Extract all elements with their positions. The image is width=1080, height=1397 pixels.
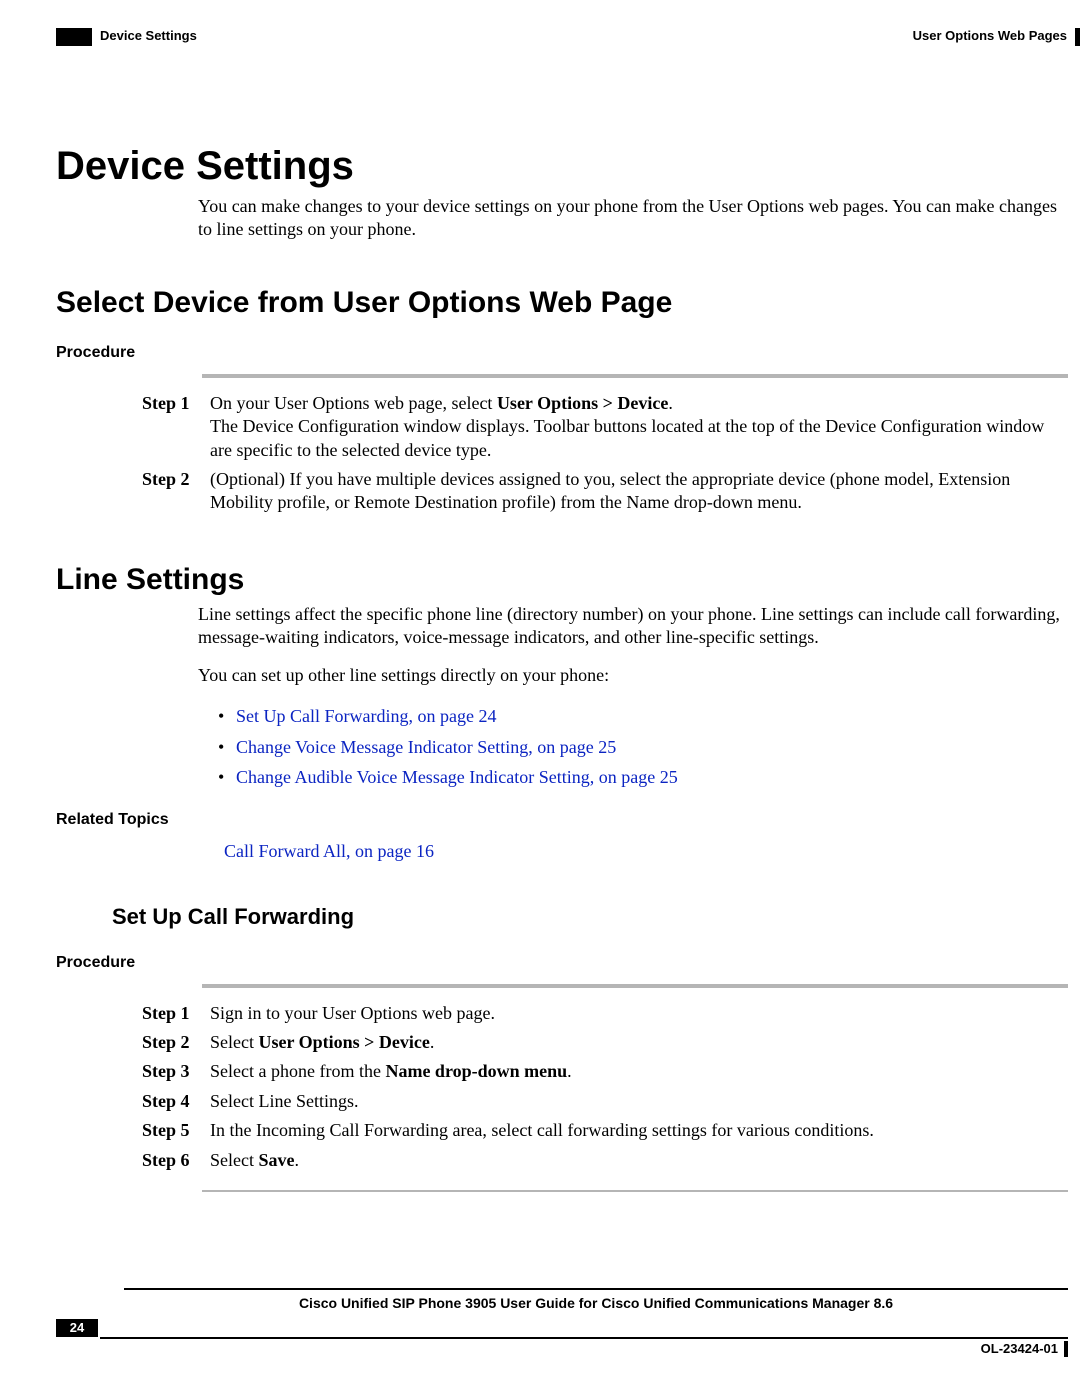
step-label: Step 4 <box>142 1090 210 1119</box>
procedure-label-1: Procedure <box>56 344 922 362</box>
step-row: Step 1 Sign in to your User Options web … <box>142 1002 1068 1031</box>
step-row: Step 1 On your User Options web page, se… <box>142 392 1068 468</box>
rule-bottom-2 <box>202 1190 1068 1192</box>
step-label: Step 2 <box>142 1031 210 1060</box>
step-label: Step 2 <box>142 468 210 521</box>
select-device-heading: Select Device from User Options Web Page <box>56 286 1068 320</box>
step-label: Step 5 <box>142 1119 210 1148</box>
footer-page-number: 24 <box>56 1319 98 1337</box>
step-row: Step 6 Select Save. <box>142 1149 1068 1178</box>
footer-right-group: OL-23424-01 <box>981 1341 1068 1357</box>
select-device-steps: Step 1 On your User Options web page, se… <box>142 392 1068 521</box>
chapter-intro: You can make changes to your device sett… <box>198 195 1068 242</box>
related-topic-link[interactable]: Call Forward All, on page 16 <box>224 841 1068 862</box>
bullet-row: • Change Audible Voice Message Indicator… <box>218 762 1068 793</box>
footer-title: Cisco Unified SIP Phone 3905 User Guide … <box>124 1295 1068 1311</box>
step-row: Step 5 In the Incoming Call Forwarding a… <box>142 1119 1068 1148</box>
step-row: Step 3 Select a phone from the Name drop… <box>142 1060 1068 1089</box>
step-text: Select a phone from the Name drop-down m… <box>210 1060 1068 1089</box>
step-text: (Optional) If you have multiple devices … <box>210 468 1068 521</box>
bullet-icon: • <box>218 762 228 793</box>
step-row: Step 2 Select User Options > Device. <box>142 1031 1068 1060</box>
footer-divider <box>124 1288 1068 1290</box>
bullet-link[interactable]: Set Up Call Forwarding, on page 24 <box>236 701 496 732</box>
step-row: Step 2 (Optional) If you have multiple d… <box>142 468 1068 521</box>
step-text: Select Save. <box>210 1149 1068 1178</box>
page: Device Settings User Options Web Pages D… <box>0 0 1080 1397</box>
page-header: Device Settings User Options Web Pages <box>0 28 1080 54</box>
content-area: Device Settings You can make changes to … <box>56 144 1068 1192</box>
bullet-row: • Change Voice Message Indicator Setting… <box>218 732 1068 763</box>
footer-page-rule <box>100 1319 1068 1339</box>
step-row: Step 4 Select Line Settings. <box>142 1090 1068 1119</box>
page-footer: Cisco Unified SIP Phone 3905 User Guide … <box>56 1288 1068 1361</box>
footer-docid: OL-23424-01 <box>981 1341 1058 1356</box>
line-settings-p2: You can set up other line settings direc… <box>198 664 1068 687</box>
step-text: Select User Options > Device. <box>210 1031 1068 1060</box>
set-up-call-forwarding-heading: Set Up Call Forwarding <box>112 904 1068 930</box>
setup-cf-steps: Step 1 Sign in to your User Options web … <box>142 1002 1068 1178</box>
step-text: Sign in to your User Options web page. <box>210 1002 1068 1031</box>
step-text: In the Incoming Call Forwarding area, se… <box>210 1119 1068 1148</box>
header-right-text: User Options Web Pages <box>913 28 1067 43</box>
rule-top-2 <box>202 984 1068 988</box>
step-label: Step 1 <box>142 392 210 468</box>
rule-top-1 <box>202 374 1068 378</box>
footer-right-bar <box>1064 1341 1068 1357</box>
step-text: On your User Options web page, select Us… <box>210 392 1068 468</box>
line-settings-heading: Line Settings <box>56 563 1068 597</box>
step-label: Step 3 <box>142 1060 210 1089</box>
procedure-label-2: Procedure <box>56 954 922 972</box>
bullet-icon: • <box>218 732 228 763</box>
chapter-title: Device Settings <box>56 144 1068 189</box>
header-right-group: User Options Web Pages <box>913 28 1080 46</box>
bullet-link[interactable]: Change Voice Message Indicator Setting, … <box>236 732 616 763</box>
related-topics-label: Related Topics <box>56 811 922 829</box>
step-label: Step 1 <box>142 1002 210 1031</box>
header-left-text: Device Settings <box>100 28 197 43</box>
bullet-icon: • <box>218 701 228 732</box>
step-text: Select Line Settings. <box>210 1090 1068 1119</box>
bullet-row: • Set Up Call Forwarding, on page 24 <box>218 701 1068 732</box>
step-label: Step 6 <box>142 1149 210 1178</box>
header-right-rule <box>1075 28 1080 46</box>
line-settings-bullets: • Set Up Call Forwarding, on page 24 • C… <box>218 701 1068 793</box>
header-left-mark <box>56 28 92 46</box>
line-settings-p1: Line settings affect the specific phone … <box>198 603 1068 650</box>
bullet-link[interactable]: Change Audible Voice Message Indicator S… <box>236 762 678 793</box>
